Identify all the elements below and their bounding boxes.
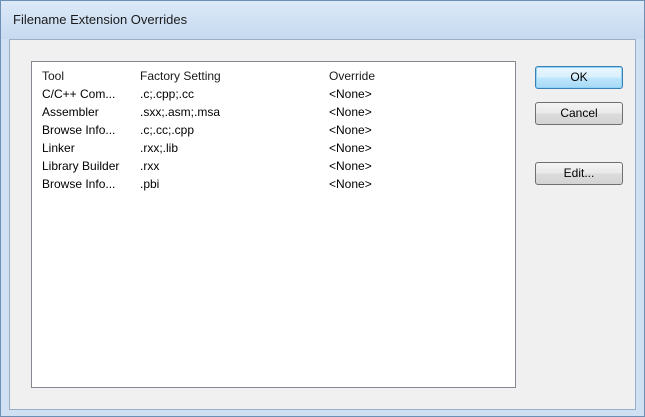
list-row[interactable]: Linker .rxx;.lib <None> xyxy=(32,140,515,158)
override-cell: <None> xyxy=(329,141,372,155)
tool-cell: Browse Info... xyxy=(42,177,116,191)
dialog-client-area: Tool Factory Setting Override C/C++ Com.… xyxy=(9,39,636,410)
factory-setting-cell: .c;.cpp;.cc xyxy=(140,87,195,101)
dialog-title: Filename Extension Overrides xyxy=(13,12,188,27)
column-header-override[interactable]: Override xyxy=(329,69,489,83)
tool-cell: Linker xyxy=(42,141,75,155)
tool-cell: Browse Info... xyxy=(42,123,116,137)
override-cell: <None> xyxy=(329,105,372,119)
extension-list[interactable]: Tool Factory Setting Override C/C++ Com.… xyxy=(31,61,516,388)
edit-button[interactable]: Edit... xyxy=(535,162,623,185)
list-row[interactable]: Browse Info... .c;.cc;.cpp <None> xyxy=(32,122,515,140)
column-header-tool[interactable]: Tool xyxy=(42,69,132,83)
list-row[interactable]: Library Builder .rxx <None> xyxy=(32,158,515,176)
cancel-button[interactable]: Cancel xyxy=(535,102,623,125)
factory-setting-cell: .pbi xyxy=(140,177,160,191)
tool-cell: C/C++ Com... xyxy=(42,87,116,101)
override-cell: <None> xyxy=(329,159,372,173)
list-row[interactable]: C/C++ Com... .c;.cpp;.cc <None> xyxy=(32,86,515,104)
tool-cell: Assembler xyxy=(42,105,99,119)
override-cell: <None> xyxy=(329,87,372,101)
override-cell: <None> xyxy=(329,177,372,191)
list-header: Tool Factory Setting Override xyxy=(32,62,515,86)
list-row[interactable]: Assembler .sxx;.asm;.msa <None> xyxy=(32,104,515,122)
dialog-window: Filename Extension Overrides Tool Factor… xyxy=(0,0,645,417)
factory-setting-cell: .rxx;.lib xyxy=(140,141,179,155)
ok-button[interactable]: OK xyxy=(535,66,623,89)
title-bar[interactable]: Filename Extension Overrides xyxy=(1,1,644,39)
factory-setting-cell: .rxx xyxy=(140,159,160,173)
column-header-factory-setting[interactable]: Factory Setting xyxy=(140,69,320,83)
factory-setting-cell: .sxx;.asm;.msa xyxy=(140,105,221,119)
tool-cell: Library Builder xyxy=(42,159,120,173)
list-row[interactable]: Browse Info... .pbi <None> xyxy=(32,176,515,194)
override-cell: <None> xyxy=(329,123,372,137)
factory-setting-cell: .c;.cc;.cpp xyxy=(140,123,195,137)
